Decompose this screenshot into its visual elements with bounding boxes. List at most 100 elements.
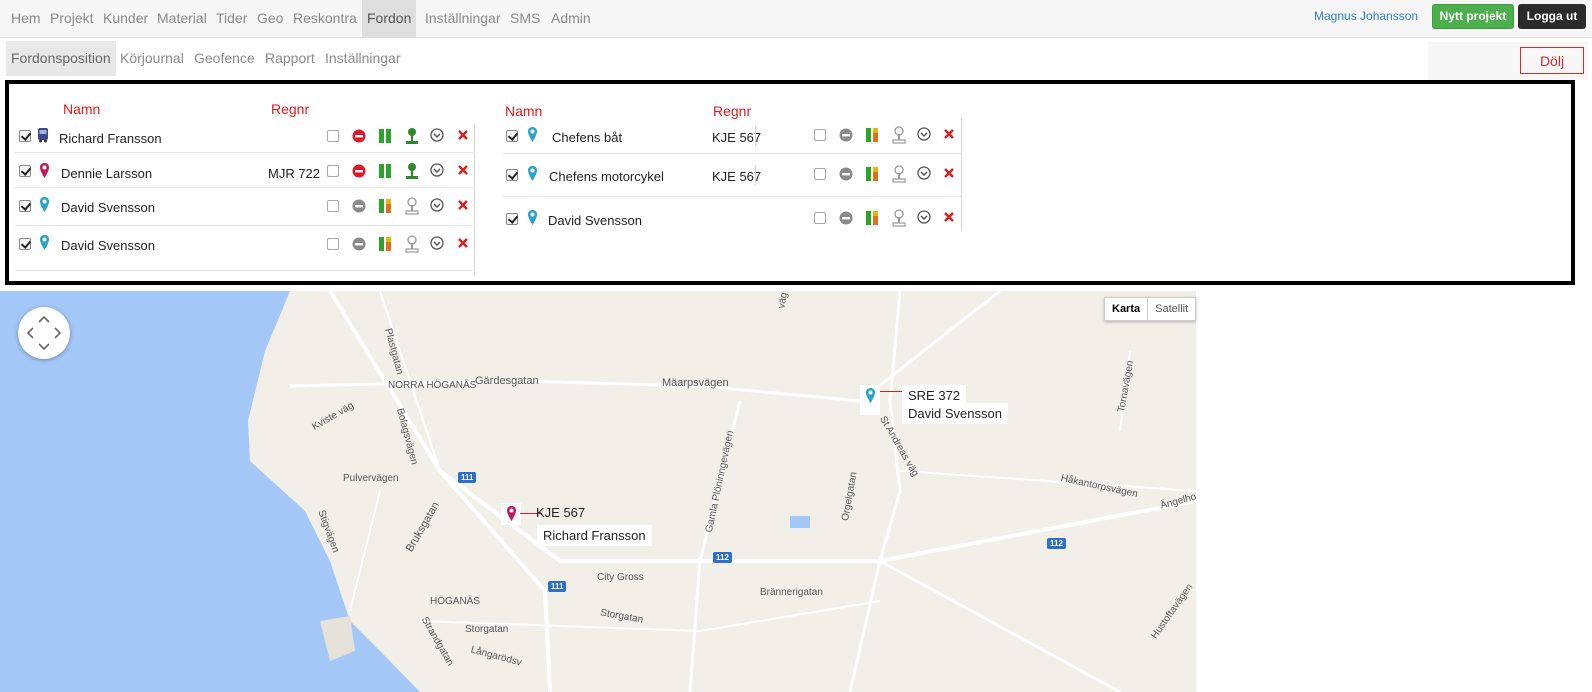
pan-arrows-icon[interactable] bbox=[18, 307, 70, 359]
chevron-down-circle-icon[interactable] bbox=[917, 210, 931, 229]
stop-icon[interactable] bbox=[352, 129, 366, 148]
map-place-label: HÖGANÄS bbox=[430, 596, 481, 607]
row-checkbox[interactable] bbox=[19, 238, 31, 250]
stop-icon[interactable] bbox=[352, 199, 366, 218]
delete-icon[interactable] bbox=[943, 210, 955, 228]
nav-reskontra[interactable]: Reskontra bbox=[288, 0, 362, 37]
user-link[interactable]: Magnus Johansson bbox=[1314, 9, 1418, 23]
nav-tider[interactable]: Tider bbox=[211, 0, 252, 37]
column-divider bbox=[755, 126, 756, 146]
nav-material[interactable]: Material bbox=[152, 0, 212, 37]
chevron-down-circle-icon[interactable] bbox=[430, 128, 444, 147]
chevron-down-circle-icon[interactable] bbox=[430, 163, 444, 182]
route-badge: 111 bbox=[548, 581, 567, 592]
map-type-karta[interactable]: Karta bbox=[1105, 298, 1149, 320]
delete-icon[interactable] bbox=[943, 166, 955, 184]
delete-icon[interactable] bbox=[457, 198, 469, 216]
map-pin-icon bbox=[39, 162, 50, 184]
signal-bars-icon[interactable] bbox=[378, 198, 392, 219]
route-badge: 112 bbox=[1047, 538, 1066, 549]
column-divider bbox=[755, 165, 756, 185]
gps-receiver-icon[interactable] bbox=[404, 127, 420, 150]
marker-regnr: KJE 567 bbox=[536, 505, 586, 520]
gps-receiver-icon[interactable] bbox=[891, 165, 907, 188]
vehicle-regnr: KJE 567 bbox=[712, 169, 762, 184]
nav-admin[interactable]: Admin bbox=[546, 0, 596, 37]
select-checkbox[interactable] bbox=[327, 130, 339, 142]
divider bbox=[503, 196, 961, 197]
map-street-label: Pulvervägen bbox=[343, 473, 399, 484]
gps-receiver-icon[interactable] bbox=[891, 126, 907, 149]
column-divider bbox=[961, 118, 962, 231]
nav-projekt[interactable]: Projekt bbox=[45, 0, 99, 37]
stop-icon[interactable] bbox=[839, 128, 853, 147]
tab-installningar[interactable]: Inställningar bbox=[320, 41, 406, 76]
chevron-down-circle-icon[interactable] bbox=[917, 166, 931, 185]
chevron-down-circle-icon[interactable] bbox=[917, 127, 931, 146]
select-checkbox[interactable] bbox=[327, 165, 339, 177]
stop-icon[interactable] bbox=[352, 164, 366, 183]
column-divider bbox=[474, 124, 475, 276]
map-type-satellit[interactable]: Satellit bbox=[1148, 298, 1195, 320]
nav-installningar[interactable]: Inställningar bbox=[420, 0, 506, 37]
signal-bars-icon[interactable] bbox=[865, 127, 879, 148]
select-checkbox[interactable] bbox=[814, 212, 826, 224]
row-checkbox[interactable] bbox=[19, 200, 31, 212]
delete-icon[interactable] bbox=[457, 163, 469, 181]
divider bbox=[15, 270, 473, 271]
gps-receiver-icon[interactable] bbox=[404, 197, 420, 220]
select-checkbox[interactable] bbox=[814, 129, 826, 141]
chevron-down-circle-icon[interactable] bbox=[430, 236, 444, 255]
stop-icon[interactable] bbox=[839, 167, 853, 186]
sub-navbar: Fordonsposition Körjournal Geofence Rapp… bbox=[0, 38, 1592, 80]
signal-bars-icon[interactable] bbox=[378, 163, 392, 184]
chevron-down-circle-icon[interactable] bbox=[430, 198, 444, 217]
new-project-button[interactable]: Nytt projekt bbox=[1432, 4, 1514, 29]
row-checkbox[interactable] bbox=[19, 165, 31, 177]
map-pin-icon bbox=[39, 196, 50, 218]
delete-icon[interactable] bbox=[457, 236, 469, 254]
map-street-label: Brännerigatan bbox=[760, 587, 823, 598]
vehicle-name: Dennie Larsson bbox=[61, 166, 153, 181]
map-street-label: Storgatan bbox=[465, 624, 509, 635]
route-badge: 111 bbox=[458, 472, 477, 483]
row-checkbox[interactable] bbox=[506, 130, 518, 142]
tab-korjournal[interactable]: Körjournal bbox=[115, 41, 189, 76]
stop-icon[interactable] bbox=[352, 237, 366, 256]
stop-icon[interactable] bbox=[839, 211, 853, 230]
vehicle-name: Richard Fransson bbox=[59, 131, 162, 146]
signal-bars-icon[interactable] bbox=[378, 128, 392, 149]
tab-geofence[interactable]: Geofence bbox=[189, 41, 260, 76]
nav-kunder[interactable]: Kunder bbox=[98, 0, 153, 37]
nav-hem[interactable]: Hem bbox=[6, 0, 46, 37]
tab-fordonsposition[interactable]: Fordonsposition bbox=[6, 41, 116, 76]
map-place-label: NORRA HÖGANÄS bbox=[388, 380, 477, 391]
signal-bars-icon[interactable] bbox=[865, 166, 879, 187]
row-checkbox[interactable] bbox=[506, 213, 518, 225]
nav-sms[interactable]: SMS bbox=[505, 0, 545, 37]
gps-receiver-icon[interactable] bbox=[891, 209, 907, 232]
map-pin-icon[interactable] bbox=[506, 505, 517, 527]
top-navbar: Hem Projekt Kunder Material Tider Geo Re… bbox=[0, 0, 1592, 38]
row-checkbox[interactable] bbox=[19, 130, 31, 142]
gps-receiver-icon[interactable] bbox=[404, 235, 420, 258]
select-checkbox[interactable] bbox=[327, 238, 339, 250]
map-pin-icon[interactable] bbox=[865, 387, 876, 409]
delete-icon[interactable] bbox=[457, 128, 469, 146]
pan-control[interactable] bbox=[18, 307, 70, 359]
tab-rapport[interactable]: Rapport bbox=[260, 41, 320, 76]
logout-button[interactable]: Logga ut bbox=[1518, 4, 1586, 29]
signal-bars-icon[interactable] bbox=[865, 210, 879, 231]
nav-fordon[interactable]: Fordon bbox=[362, 0, 416, 37]
select-checkbox[interactable] bbox=[327, 200, 339, 212]
row-checkbox[interactable] bbox=[506, 169, 518, 181]
marker-connector bbox=[880, 391, 902, 392]
divider bbox=[15, 225, 473, 226]
gps-receiver-icon[interactable] bbox=[404, 162, 420, 185]
map-view[interactable]: NORRA HÖGANÄS Gärdesgatan Mäarpsvägen Pl… bbox=[0, 291, 1196, 692]
nav-geo[interactable]: Geo bbox=[252, 0, 288, 37]
signal-bars-icon[interactable] bbox=[378, 236, 392, 257]
hide-button[interactable]: Dölj bbox=[1520, 47, 1584, 74]
select-checkbox[interactable] bbox=[814, 168, 826, 180]
delete-icon[interactable] bbox=[943, 127, 955, 145]
